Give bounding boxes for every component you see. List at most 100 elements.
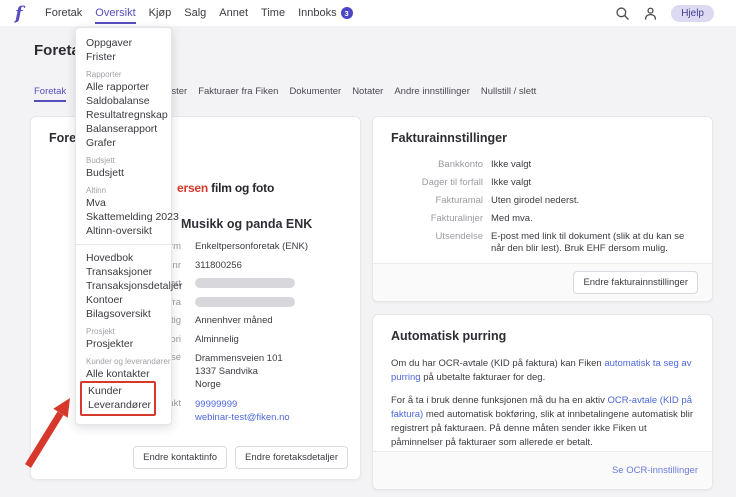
nav-item-innboks[interactable]: Innboks 3 — [298, 7, 353, 19]
nav-item-time[interactable]: Time — [261, 7, 285, 19]
field-value-mva-pliktig: Annenhver måned — [195, 315, 273, 327]
nav-item-label: Kjøp — [148, 7, 172, 19]
field-value-text: Annenhver måned — [195, 315, 273, 326]
tab-foretak[interactable]: Foretak — [34, 86, 67, 102]
company-logo-text: film og foto — [208, 181, 275, 195]
menu-item-kontoer[interactable]: Kontoer — [86, 293, 161, 307]
menu-item-skattemelding-2023[interactable]: Skattemelding 2023 — [86, 210, 179, 224]
redacted-value — [195, 278, 295, 288]
menu-item-prosjekter[interactable]: Prosjekter — [86, 337, 161, 351]
invoice-card-footer: Endre fakturainnstillinger — [373, 263, 712, 301]
edit-invoice-settings-button[interactable]: Endre fakturainnstillinger — [573, 271, 698, 294]
search-icon[interactable] — [615, 6, 630, 21]
fiken-logo[interactable]: f — [14, 3, 31, 23]
main-nav: Foretak Oversikt Kjøp Salg Annet Time Innboks 3 — [45, 7, 353, 24]
dropdown-section-rapporter: Rapporter — [86, 70, 122, 79]
menu-item-grafer[interactable]: Grafer — [86, 136, 161, 150]
top-navigation-bar: f Foretak Oversikt Kjøp Salg Annet Time Innbok… — [0, 0, 736, 26]
tab-nullstill-slett[interactable]: Nullstill / slett — [481, 86, 536, 102]
see-ocr-settings-link[interactable]: Se OCR-innstillinger — [612, 465, 698, 476]
menu-item-balanserapport[interactable]: Balanserapport — [86, 122, 161, 136]
setting-label-bankkonto: Bankkonto — [438, 159, 483, 170]
menu-item-bilagsoversikt[interactable]: Bilagsoversikt — [86, 307, 161, 321]
dunning-card-title: Automatisk purring — [391, 329, 507, 343]
dunning-card-footer: Se OCR-innstillinger — [373, 451, 712, 489]
menu-item-transaksjoner[interactable]: Transaksjoner — [86, 265, 161, 279]
field-value-text: 311800256 — [195, 259, 242, 271]
menu-item-oppgaver[interactable]: Oppgaver — [86, 36, 161, 50]
help-button[interactable]: Hjelp — [671, 4, 714, 22]
oversikt-dropdown-menu: Oppgaver Frister Rapporter Alle rapporter Sa… — [75, 27, 183, 425]
dropdown-section-altinn: Altinn — [86, 186, 107, 195]
menu-item-frister[interactable]: Frister — [86, 50, 161, 64]
setting-label-utsendelse: Utsendelse — [435, 231, 483, 242]
menu-item-leverand-rer[interactable]: Leverandører — [88, 398, 154, 412]
invoice-setting-row: Fakturamal Uten girodel nederst. — [391, 195, 696, 207]
invoice-setting-row: Fakturalinjer Med mva. — [391, 213, 696, 225]
dunning-paragraph: Om du har OCR-avtale (KID på faktura) ka… — [391, 357, 696, 385]
user-icon[interactable] — [643, 6, 658, 21]
invoice-setting-row: Dager til forfall Ikke valgt — [391, 177, 696, 189]
highlight-box-annotation: Kunder Leverandører — [80, 381, 156, 416]
company-logo-text-red: ersen — [177, 181, 209, 195]
app-window: f Foretak Oversikt Kjøp Salg Annet Time Innbok… — [0, 0, 736, 497]
menu-item-transaksjonsdetaljer[interactable]: Transaksjonsdetaljer — [86, 279, 183, 293]
tab-andre-innstillinger[interactable]: Andre innstillinger — [394, 86, 470, 102]
redacted-value — [195, 296, 295, 307]
nav-item-label: Foretak — [45, 7, 83, 19]
tab-notater[interactable]: Notater — [352, 86, 383, 102]
topbar-actions: Hjelp — [615, 4, 714, 22]
dropdown-section-budsjett: Budsjett — [86, 156, 115, 165]
tab-fakturaer-fra-fiken[interactable]: Fakturaer fra Fiken — [198, 86, 278, 102]
invoice-settings-card: Fakturainnstillinger Bankkonto Ikke valgt… — [372, 116, 713, 302]
menu-item-kunder[interactable]: Kunder — [88, 384, 154, 398]
nav-item-foretak[interactable]: Foretak — [45, 7, 82, 19]
field-value-etablert — [195, 278, 295, 290]
contact-link[interactable]: webinar-test@fiken.no — [195, 411, 290, 424]
setting-value-bankkonto: Ikke valgt — [491, 159, 532, 170]
contact-link[interactable]: 99999999 — [195, 398, 290, 411]
menu-item-alle-rapporter[interactable]: Alle rapporter — [86, 80, 161, 94]
dropdown-divider — [76, 244, 171, 245]
field-value-line: Norge — [195, 379, 221, 390]
menu-item-resultatregnskap[interactable]: Resultatregnskap — [86, 108, 168, 122]
menu-item-saldobalanse[interactable]: Saldobalanse — [86, 94, 161, 108]
text-segment: Om du har OCR-avtale (KID på faktura) ka… — [391, 358, 605, 369]
pointer-arrow-annotation — [25, 398, 70, 468]
field-value-organisasjonsnr: 311800256 — [195, 260, 242, 272]
setting-value-fakturamal: Uten girodel nederst. — [491, 195, 580, 206]
nav-item-salg[interactable]: Salg — [184, 7, 206, 19]
inbox-badge: 3 — [340, 7, 353, 19]
menu-item-hovedbok[interactable]: Hovedbok — [86, 251, 161, 265]
company-name: Musikk og panda ENK — [181, 217, 313, 231]
menu-item-altinn-oversikt[interactable]: Altinn-oversikt — [86, 224, 161, 238]
invoice-card-title: Fakturainnstillinger — [391, 131, 507, 145]
tab-dokumenter[interactable]: Dokumenter — [289, 86, 341, 102]
setting-label-fakturalinjer: Fakturalinjer — [430, 213, 483, 224]
invoice-settings-rows: Bankkonto Ikke valgt Dager til forfall Ikke… — [391, 159, 696, 261]
field-value-kategori: Alminnelig — [195, 334, 239, 346]
nav-item-kj-p[interactable]: Kjøp — [149, 7, 172, 19]
company-logo: ersen film og foto — [177, 181, 274, 195]
menu-item-budsjett[interactable]: Budsjett — [86, 166, 161, 180]
text-segment: For å ta i bruk denne funksjonen må du h… — [391, 395, 608, 406]
menu-item-mva[interactable]: Mva — [86, 196, 161, 210]
endre-foretaksdetaljer-button[interactable]: Endre foretaksdetaljer — [235, 446, 348, 469]
field-value-text: Alminnelig — [195, 333, 239, 345]
nav-item-label: Innboks — [298, 7, 337, 19]
nav-item-annet[interactable]: Annet — [219, 7, 248, 19]
dunning-paragraph: For å ta i bruk denne funksjonen må du h… — [391, 394, 696, 450]
field-value-line: 1337 Sandvika — [195, 366, 258, 377]
nav-item-label: Annet — [219, 7, 249, 19]
automatic-dunning-card: Automatisk purring Om du har OCR-avtale … — [372, 314, 713, 490]
endre-kontaktinfo-button[interactable]: Endre kontaktinfo — [133, 446, 228, 469]
field-value-line: Drammensveien 101 — [195, 353, 283, 364]
setting-value-utsendelse: E-post med link til dokument (slik at du… — [491, 231, 685, 254]
dropdown-section-kunder-og-leverand-rer: Kunder og leverandører — [86, 357, 171, 366]
dunning-paragraphs: Om du har OCR-avtale (KID på faktura) ka… — [391, 357, 696, 459]
field-value-selskapsform: Enkeltpersonforetak (ENK) — [195, 241, 308, 253]
setting-value-dager-til-forfall: Ikke valgt — [491, 177, 532, 188]
nav-item-oversikt[interactable]: Oversikt — [95, 7, 136, 24]
setting-value-fakturalinjer: Med mva. — [491, 213, 533, 224]
menu-item-alle-kontakter[interactable]: Alle kontakter — [86, 367, 161, 381]
